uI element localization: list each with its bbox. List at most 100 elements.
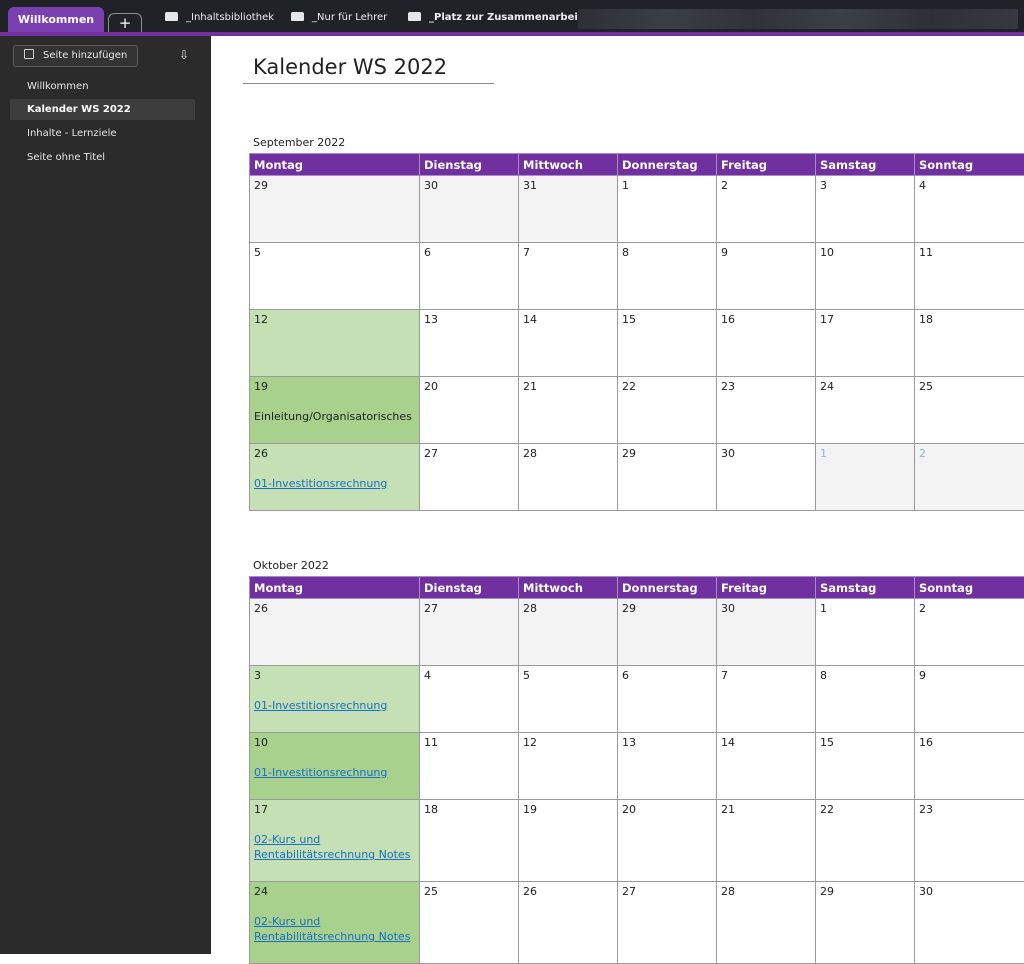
book-icon <box>291 12 304 21</box>
calendar-day-cell[interactable]: 29 <box>250 176 420 243</box>
calendar-day-cell[interactable]: 8 <box>618 243 717 310</box>
calendar-day-cell[interactable]: 2 <box>915 599 1024 666</box>
day-number: 20 <box>424 380 514 393</box>
calendar-day-cell[interactable]: 14 <box>717 733 816 800</box>
calendar-day-cell[interactable]: 12 <box>519 733 618 800</box>
sidebar-item-willkommen[interactable]: Willkommen <box>10 76 195 97</box>
calendar-day-cell[interactable]: 20 <box>420 377 519 444</box>
notebook-link-inhaltsbibliothek[interactable]: _Inhaltsbibliothek <box>165 9 274 27</box>
calendar-day-cell[interactable]: 10 <box>816 243 915 310</box>
calendar-day-cell[interactable]: 15 <box>816 733 915 800</box>
calendar-day-cell[interactable]: 28 <box>519 599 618 666</box>
calendar-day-cell[interactable]: 7 <box>519 243 618 310</box>
calendar-day-cell[interactable]: 23 <box>717 377 816 444</box>
calendar-week-row: 19Einleitung/Organisatorisches 20 2122 23 24… <box>250 377 1024 444</box>
calendar-day-cell[interactable]: 6 <box>420 243 519 310</box>
notebook-link-platz-zusammenarbeit[interactable]: _Platz zur Zusammenarbeit <box>408 9 583 27</box>
calendar-day-cell[interactable]: 29 <box>618 599 717 666</box>
calendar-day-cell[interactable]: 19 <box>519 800 618 882</box>
calendar-day-cell[interactable]: 26 <box>250 599 420 666</box>
calendar-day-cell[interactable]: 1 <box>816 599 915 666</box>
calendar-table: MontagDienstagMittwochDonnerstagFreitagS… <box>249 576 1024 964</box>
calendar-day-cell[interactable]: 27 <box>420 444 519 511</box>
day-number: 23 <box>721 380 811 393</box>
calendar-day-cell[interactable]: 31 <box>519 176 618 243</box>
calendar-day-cell[interactable]: 19Einleitung/Organisatorisches <box>250 377 420 444</box>
calendar-day-cell[interactable]: 13 <box>420 310 519 377</box>
calendar-day-cell[interactable]: 2601-Investitionsrechnung <box>250 444 420 511</box>
calendar-day-cell[interactable]: 30 <box>717 599 816 666</box>
calendar-day-cell[interactable]: 13 <box>618 733 717 800</box>
calendar-day-cell[interactable]: 30 <box>915 882 1024 964</box>
page-link[interactable]: 02-Kurs und Rentabilitätsrechnung Notes <box>254 915 410 943</box>
calendar-day-cell[interactable]: 11 <box>420 733 519 800</box>
tab-willkommen[interactable]: Willkommen <box>8 7 104 34</box>
book-icon <box>165 12 178 21</box>
calendar-day-cell[interactable]: 15 <box>618 310 717 377</box>
calendar-day-cell[interactable]: 30 <box>420 176 519 243</box>
calendar-day-cell[interactable]: 20 <box>618 800 717 882</box>
calendar-day-cell[interactable]: 11 <box>915 243 1024 310</box>
calendar-day-cell[interactable]: 23 <box>915 800 1024 882</box>
calendar-day-cell[interactable]: 29 <box>618 444 717 511</box>
calendar-day-cell[interactable]: 4 <box>915 176 1024 243</box>
calendar-day-cell[interactable]: 17 02-Kurs und Rentabilitätsrechnung Note… <box>250 800 420 882</box>
calendar-day-cell[interactable]: 2 <box>915 444 1024 511</box>
calendar-day-cell[interactable]: 27 <box>618 882 717 964</box>
day-number: 15 <box>820 736 910 749</box>
page-link[interactable]: 01-Investitionsrechnung <box>254 699 387 712</box>
calendar-day-cell[interactable]: 3 <box>816 176 915 243</box>
calendar-day-cell[interactable]: 9 <box>915 666 1024 733</box>
add-page-button[interactable]: Seite hinzufügen <box>13 45 138 67</box>
calendar-day-cell[interactable]: 18 <box>915 310 1024 377</box>
sort-icon[interactable]: ⇩ <box>179 48 193 62</box>
calendar-week-row: 17 02-Kurs und Rentabilitätsrechnung Note… <box>250 800 1024 882</box>
calendar-day-cell[interactable]: 25 <box>420 882 519 964</box>
sidebar-item-kalender[interactable]: Kalender WS 2022 <box>10 99 195 120</box>
calendar-day-cell[interactable]: 27 <box>420 599 519 666</box>
calendar-day-cell[interactable]: 16 <box>915 733 1024 800</box>
calendar-day-cell[interactable]: 4 <box>420 666 519 733</box>
calendar-day-cell[interactable]: 9 <box>717 243 816 310</box>
calendar-day-cell[interactable]: 1 <box>816 444 915 511</box>
sidebar-item-inhalte-lernziele[interactable]: Inhalte - Lernziele <box>10 123 195 144</box>
calendar-day-cell[interactable]: 25 <box>915 377 1024 444</box>
calendar-day-cell[interactable]: 5 <box>250 243 420 310</box>
calendar-day-cell[interactable]: 29 <box>816 882 915 964</box>
calendar-day-cell[interactable]: 16 <box>717 310 816 377</box>
calendar-day-cell[interactable]: 26 <box>519 882 618 964</box>
calendar-day-cell[interactable]: 6 <box>618 666 717 733</box>
calendar-day-cell[interactable]: 5 <box>519 666 618 733</box>
day-number: 17 <box>254 803 415 816</box>
sidebar-item-seite-ohne-titel[interactable]: Seite ohne Titel <box>10 147 195 168</box>
calendar-day-cell[interactable]: 24 <box>816 377 915 444</box>
day-number: 1 <box>622 179 712 192</box>
notebook-link-nur-fuer-lehrer[interactable]: _Nur für Lehrer <box>291 9 387 27</box>
calendar-day-cell[interactable]: 8 <box>816 666 915 733</box>
calendar-day-cell[interactable]: 22 <box>816 800 915 882</box>
calendar-day-cell[interactable]: 21 <box>717 800 816 882</box>
calendar-day-cell[interactable]: 301-Investitionsrechnung <box>250 666 420 733</box>
calendar-day-cell[interactable]: 28 <box>717 882 816 964</box>
calendar-day-cell[interactable]: 14 <box>519 310 618 377</box>
calendar-day-cell[interactable]: 28 <box>519 444 618 511</box>
page-link[interactable]: 01-Investitionsrechnung <box>254 766 387 779</box>
calendar-day-cell[interactable]: 18 <box>420 800 519 882</box>
calendar-day-cell[interactable]: 12 <box>250 310 420 377</box>
day-number: 18 <box>424 803 514 816</box>
calendar-day-cell[interactable]: 22 <box>618 377 717 444</box>
calendar-day-cell[interactable]: 21 <box>519 377 618 444</box>
calendar-day-cell[interactable]: 1001-Investitionsrechnung <box>250 733 420 800</box>
page-link[interactable]: 02-Kurs und Rentabilitätsrechnung Notes <box>254 833 410 861</box>
calendar-day-cell[interactable]: 30 <box>717 444 816 511</box>
calendar-day-cell[interactable]: 2 <box>717 176 816 243</box>
calendar-week-row: 2402-Kurs und Rentabilitätsrechnung Note… <box>250 882 1024 964</box>
add-section-button[interactable]: + <box>108 13 142 34</box>
calendar-day-cell[interactable]: 7 <box>717 666 816 733</box>
page-link[interactable]: 01-Investitionsrechnung <box>254 477 387 490</box>
page-title[interactable]: Kalender WS 2022 <box>243 53 494 84</box>
day-number: 26 <box>523 885 613 898</box>
calendar-day-cell[interactable]: 17 <box>816 310 915 377</box>
calendar-day-cell[interactable]: 2402-Kurs und Rentabilitätsrechnung Note… <box>250 882 420 964</box>
calendar-day-cell[interactable]: 1 <box>618 176 717 243</box>
